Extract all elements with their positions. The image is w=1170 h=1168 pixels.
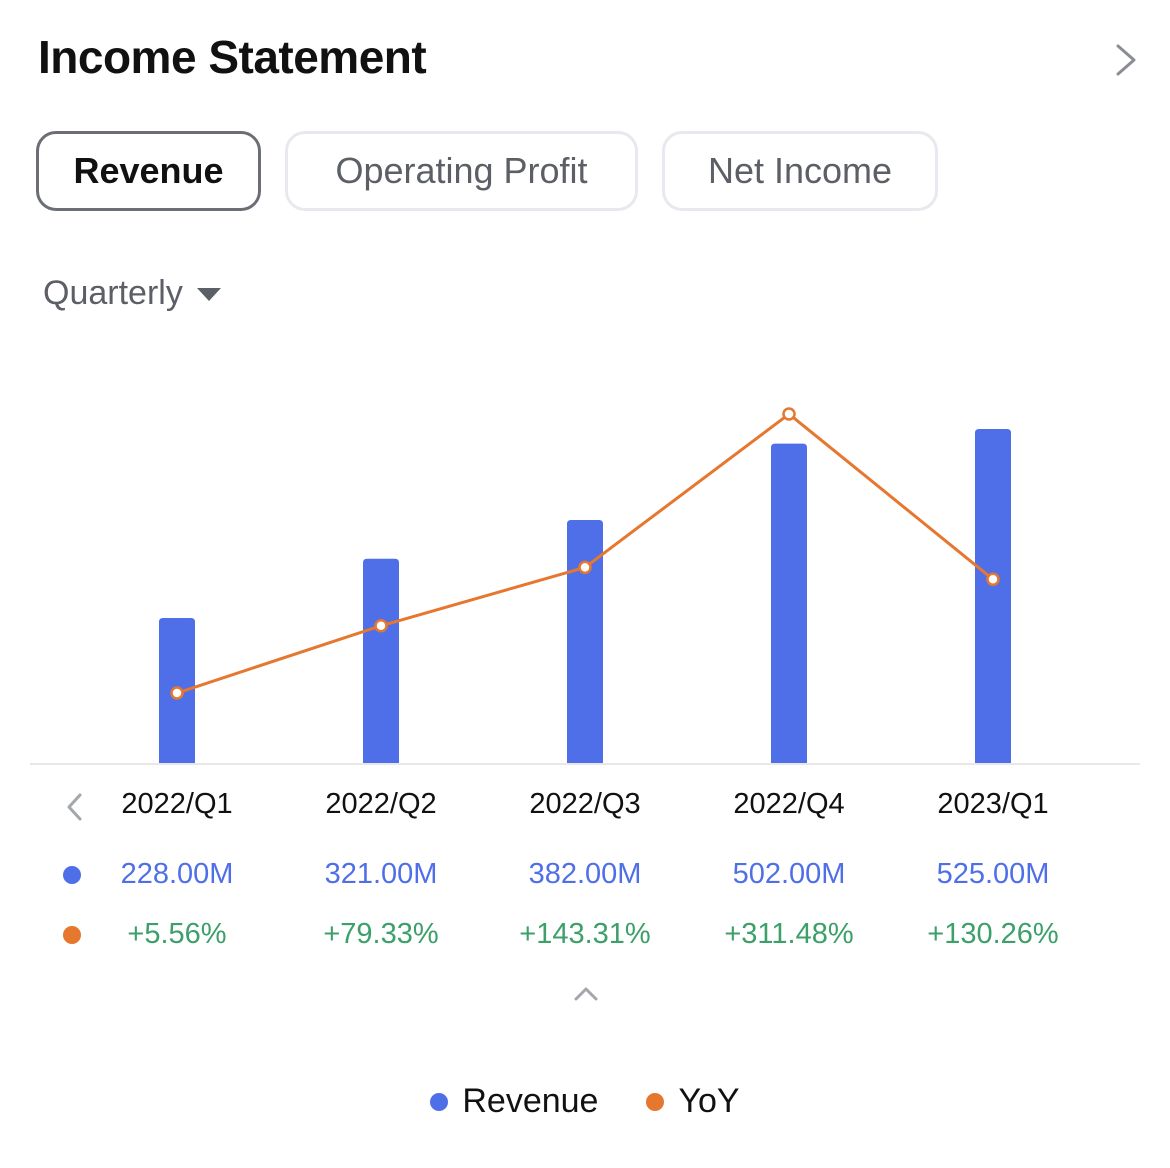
tick-label: 2022/Q4: [733, 788, 845, 820]
revenue-value: 228.00M: [120, 858, 234, 890]
yoy-point[interactable]: [374, 619, 388, 633]
legend-label: YoY: [678, 1082, 740, 1120]
period-value: Quarterly: [43, 274, 183, 312]
chevron-right-icon[interactable]: [1108, 40, 1144, 80]
revenue-bar[interactable]: [363, 558, 399, 763]
tick-label: 2022/Q1: [121, 788, 233, 820]
tab-revenue[interactable]: Revenue: [36, 131, 261, 211]
revenue-row: 228.00M 321.00M 382.00M 502.00M 525.00M: [0, 858, 1170, 898]
yoy-point[interactable]: [170, 686, 184, 700]
legend-item-yoy[interactable]: YoY: [646, 1082, 740, 1121]
page-title: Income Statement: [38, 31, 427, 83]
yoy-point[interactable]: [986, 572, 1000, 587]
chevron-up-icon[interactable]: [572, 984, 600, 1004]
yoy-value: +79.33%: [323, 918, 439, 950]
revenue-legend-dot: [430, 1092, 449, 1111]
tick-label: 2023/Q1: [937, 788, 1049, 820]
yoy-point[interactable]: [578, 560, 592, 575]
yoy-row: +5.56% +79.33% +143.31% +311.48% +130.26…: [0, 918, 1170, 958]
yoy-value: +5.56%: [127, 918, 227, 950]
legend-label: Revenue: [462, 1082, 599, 1120]
revenue-dot: [63, 866, 81, 884]
legend-item-revenue[interactable]: Revenue: [430, 1082, 598, 1121]
yoy-point[interactable]: [782, 407, 796, 421]
revenue-bars: [159, 429, 1011, 763]
yoy-value: +311.48%: [724, 918, 854, 950]
tab-operating-profit[interactable]: Operating Profit: [285, 131, 638, 211]
category-row: 2022/Q1 2022/Q2 2022/Q3 2022/Q4 2023/Q1: [0, 788, 1170, 828]
yoy-value: +130.26%: [927, 918, 1059, 950]
yoy-dot: [63, 926, 81, 944]
revenue-value: 321.00M: [324, 858, 438, 890]
revenue-value: 382.00M: [528, 858, 642, 890]
revenue-value: 525.00M: [936, 858, 1050, 890]
tab-net-income[interactable]: Net Income: [662, 131, 938, 211]
revenue-bar[interactable]: [975, 429, 1011, 763]
yoy-legend-dot: [646, 1092, 665, 1111]
revenue-bar[interactable]: [771, 443, 807, 763]
caret-down-icon: [196, 288, 221, 301]
revenue-value: 502.00M: [732, 858, 846, 890]
tick-label: 2022/Q3: [529, 788, 641, 820]
chart-legend: Revenue YoY: [0, 1082, 1170, 1121]
metric-tabs: Revenue Operating Profit Net Income: [36, 131, 938, 211]
yoy-value: +143.31%: [519, 918, 651, 950]
tick-label: 2022/Q2: [325, 788, 437, 820]
period-dropdown[interactable]: Quarterly: [43, 274, 221, 313]
revenue-chart: [30, 407, 1140, 765]
